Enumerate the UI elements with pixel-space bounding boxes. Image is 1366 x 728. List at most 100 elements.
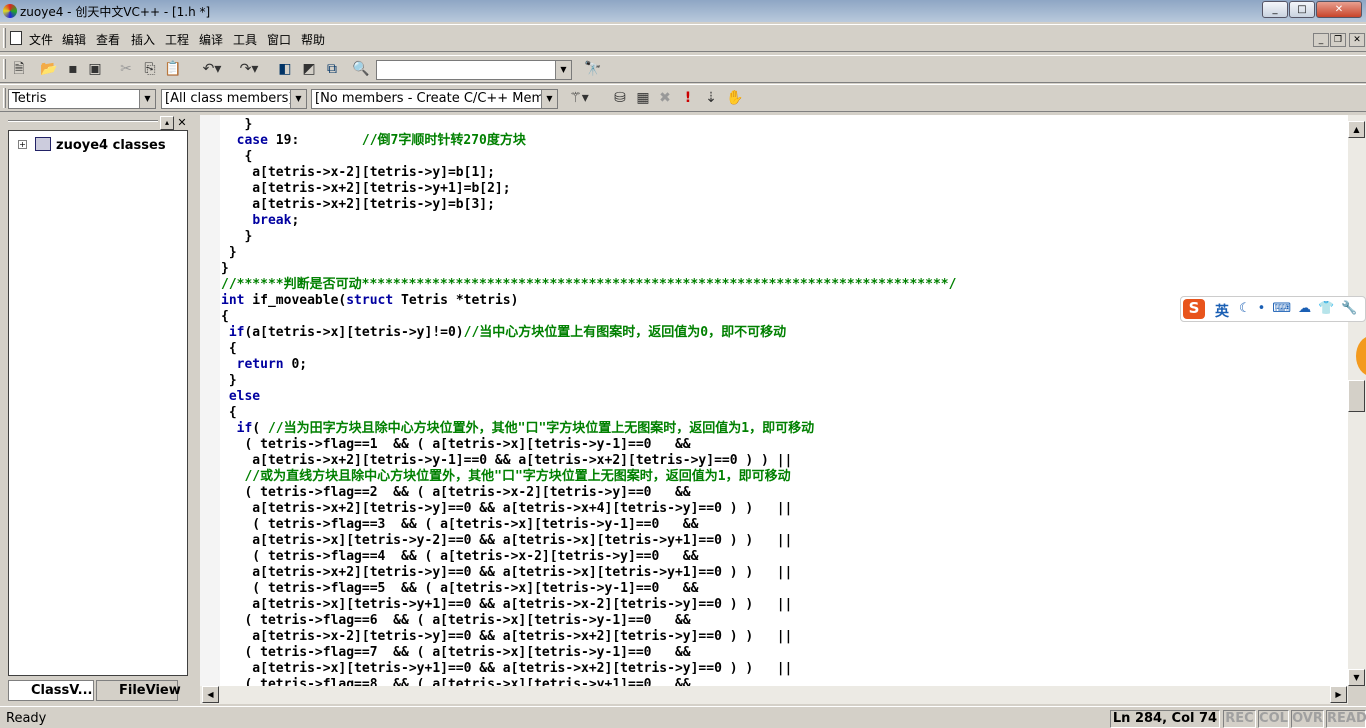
undo-icon[interactable]: ↶▾: [195, 60, 229, 78]
code-line: }: [221, 245, 956, 261]
open-icon[interactable]: 📂: [40, 60, 58, 78]
code-token: ( tetris->flag==5 && ( a[tetris->x][tetr…: [221, 581, 699, 596]
toolbar-grip[interactable]: [3, 28, 6, 48]
close-button[interactable]: ✕: [1316, 1, 1362, 18]
editor-gutter: [200, 115, 220, 686]
ime-lang-toggle[interactable]: 英: [1215, 301, 1229, 321]
code-line: a[tetris->x][tetris->y+1]==0 && a[tetris…: [221, 661, 956, 677]
code-line: {: [221, 341, 956, 357]
menu-build[interactable]: 编译: [199, 31, 223, 48]
members-combo-value: [No members - Create C/C++ Memb: [315, 91, 553, 106]
mdi-minimize-button[interactable]: _: [1313, 33, 1329, 47]
scroll-thumb[interactable]: [1348, 380, 1365, 412]
code-line: }: [221, 373, 956, 389]
cut-icon[interactable]: ✂: [117, 60, 135, 78]
tree-root-label[interactable]: zuoye4 classes: [56, 138, 166, 153]
class-combo[interactable]: Tetris ▼: [8, 89, 156, 109]
horizontal-scrollbar[interactable]: ◀ ▶: [200, 686, 1348, 704]
output-icon[interactable]: ◩: [300, 60, 318, 78]
workspace-icon[interactable]: ◧: [276, 60, 294, 78]
toolbar-grip[interactable]: [3, 88, 6, 108]
toolbar-grip[interactable]: [3, 59, 6, 79]
code-line: ( tetris->flag==1 && ( a[tetris->x][tetr…: [221, 437, 956, 453]
minimize-button[interactable]: _: [1262, 1, 1288, 18]
paste-icon[interactable]: 📋: [164, 60, 182, 78]
chevron-down-icon[interactable]: ▼: [139, 90, 155, 108]
find-combo[interactable]: ▼: [376, 60, 572, 80]
tab-classview[interactable]: ClassV...: [8, 680, 94, 701]
menu-help[interactable]: 帮助: [301, 31, 325, 48]
expand-icon[interactable]: +: [18, 140, 27, 149]
go-icon[interactable]: ⇣: [702, 89, 720, 107]
cursor-position: Ln 284, Col 74: [1110, 710, 1220, 728]
new-text-file-icon[interactable]: 🗎: [10, 60, 28, 78]
menu-file[interactable]: 文件: [29, 31, 53, 48]
keyword: if: [228, 325, 245, 340]
code-line: return 0;: [221, 357, 956, 373]
comment: //或为直线方块且除中心方块位置外，其他"口"字方块位置上无图案时，返回值为1，…: [244, 469, 791, 484]
mdi-close-button[interactable]: ✕: [1349, 33, 1365, 47]
code-token: Tetris *tetris): [393, 293, 519, 308]
chevron-down-icon[interactable]: ▼: [555, 61, 571, 79]
pane-close-button[interactable]: ✕: [175, 116, 189, 130]
code-token: a[tetris->x+2][tetris->y]==0 && a[tetris…: [221, 501, 793, 516]
copy-icon[interactable]: ⎘: [141, 60, 159, 78]
code-token: }: [221, 245, 237, 260]
scroll-down-button[interactable]: ▼: [1348, 669, 1365, 686]
code-line: case 19: //倒7字顺时针转270度方块: [221, 133, 956, 149]
tab-fileview[interactable]: FileView: [96, 680, 181, 701]
code-token: ( tetris->flag==1 && ( a[tetris->x][tetr…: [221, 437, 691, 452]
keyword: struct: [346, 293, 394, 308]
menu-view[interactable]: 查看: [96, 31, 120, 48]
code-token: a[tetris->x-2][tetris->y]=b[1];: [221, 165, 495, 180]
mdi-restore-button[interactable]: ❐: [1330, 33, 1346, 47]
compile-icon[interactable]: ⛁: [611, 89, 629, 107]
code-token: ;: [291, 213, 300, 228]
scroll-left-button[interactable]: ◀: [202, 686, 219, 703]
build-icon[interactable]: ▦: [634, 89, 652, 107]
find-in-files-icon[interactable]: 🔍: [352, 60, 370, 78]
find-icon[interactable]: 🔭: [584, 60, 602, 78]
pane-maximize-button[interactable]: ▴: [160, 116, 174, 130]
menu-project[interactable]: 工程: [165, 31, 189, 48]
save-all-icon[interactable]: ▣: [86, 60, 104, 78]
comment: //当中心方块位置上有图案时，返回值为0，即不可移动: [463, 325, 787, 340]
code-line: ( tetris->flag==2 && ( a[tetris->x-2][te…: [221, 485, 956, 501]
code-token: {: [221, 341, 237, 356]
maximize-button[interactable]: □: [1289, 1, 1315, 18]
code-token: 19:: [267, 133, 362, 148]
window-list-icon[interactable]: ⧉: [323, 60, 341, 78]
scroll-right-button[interactable]: ▶: [1330, 686, 1347, 703]
execute-icon[interactable]: !: [679, 89, 697, 107]
chevron-down-icon[interactable]: ▼: [290, 90, 306, 108]
vertical-scrollbar[interactable]: ▲ ▼: [1348, 115, 1366, 686]
code-line: //或为直线方块且除中心方块位置外，其他"口"字方块位置上无图案时，返回值为1，…: [221, 469, 956, 485]
breakpoint-hand-icon[interactable]: ✋: [726, 89, 744, 107]
menu-insert[interactable]: 插入: [131, 31, 155, 48]
code-line: a[tetris->x-2][tetris->y]=b[1];: [221, 165, 956, 181]
chevron-down-icon[interactable]: ▼: [541, 90, 557, 108]
members-combo[interactable]: [No members - Create C/C++ Memb ▼: [311, 89, 558, 109]
code-line: ( tetris->flag==8 && ( a[tetris->x][tetr…: [221, 677, 956, 686]
code-text[interactable]: } case 19: //倒7字顺时针转270度方块 { a[tetris->x…: [221, 117, 956, 686]
redo-icon[interactable]: ↷▾: [232, 60, 266, 78]
menu-window[interactable]: 窗口: [267, 31, 291, 48]
code-token: a[tetris->x-2][tetris->y]==0 && a[tetris…: [221, 629, 793, 644]
wizard-wand-icon[interactable]: ⚚▾: [562, 89, 596, 107]
code-line: int if_moveable(struct Tetris *tetris): [221, 293, 956, 309]
scroll-up-button[interactable]: ▲: [1348, 121, 1365, 138]
menu-edit[interactable]: 编辑: [62, 31, 86, 48]
stop-build-icon[interactable]: ✖: [656, 89, 674, 107]
pane-grip[interactable]: [8, 120, 158, 122]
class-combo-value: Tetris: [12, 91, 47, 106]
code-token: a[tetris->x+2][tetris->y-1]==0 && a[tetr…: [221, 453, 793, 468]
read-indicator: READ: [1326, 710, 1366, 728]
menu-tools[interactable]: 工具: [233, 31, 257, 48]
filter-combo[interactable]: [All class members] ▼: [161, 89, 307, 109]
title-bar: zuoye4 - 创天中文VC++ - [1.h *] _ □ ✕: [0, 0, 1366, 22]
menu-bar: 文件 编辑 查看 插入 工程 编译 工具 窗口 帮助: [0, 24, 1366, 52]
save-icon[interactable]: ▪: [64, 60, 82, 78]
code-editor[interactable]: } case 19: //倒7字顺时针转270度方块 { a[tetris->x…: [200, 115, 1348, 686]
ime-tools-icons[interactable]: ☾•⌨☁👕🔧: [1239, 301, 1364, 316]
